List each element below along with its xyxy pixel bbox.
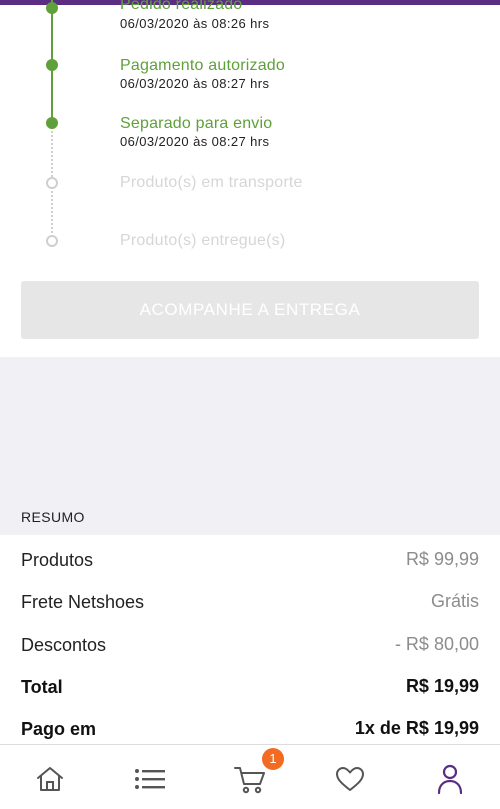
summary-label: Descontos	[21, 635, 107, 655]
heart-icon	[336, 767, 364, 791]
summary-value: R$ 99,99	[405, 549, 479, 569]
timeline-dot-pending	[46, 235, 58, 247]
summary-label: Total	[21, 677, 63, 697]
step-date: 06/03/2020 às 08:26 hrs	[120, 16, 270, 31]
cart-icon	[234, 767, 265, 794]
order-timeline: Pedido realizado 06/03/2020 às 08:26 hrs…	[0, 0, 500, 270]
summary-value: R$ 19,99	[405, 676, 479, 696]
summary-label: Frete Netshoes	[21, 592, 145, 612]
nav-account[interactable]	[430, 759, 470, 799]
timeline-dot-done	[46, 117, 58, 129]
summary-value: 1x de R$ 19,99	[354, 718, 479, 738]
step-date: 06/03/2020 às 08:27 hrs	[120, 76, 270, 91]
list-icon	[135, 769, 165, 789]
summary-row-products: Produtos R$ 99,99	[0, 542, 500, 582]
timeline-dot-done	[46, 2, 58, 14]
step-date: 06/03/2020 às 08:27 hrs	[120, 134, 270, 149]
summary-heading: RESUMO	[21, 509, 85, 525]
summary-value: Grátis	[430, 591, 479, 611]
summary-row-discounts: Descontos - R$ 80,00	[0, 627, 500, 667]
step-title: Pagamento autorizado	[120, 57, 285, 74]
step-title: Produto(s) em transporte	[120, 174, 303, 191]
user-icon	[437, 764, 463, 794]
step-title: Separado para envio	[120, 115, 273, 132]
cart-count-badge: 1	[262, 748, 284, 770]
summary-row-shipping: Frete Netshoes Grátis	[0, 584, 500, 624]
step-title: Produto(s) entregue(s)	[120, 232, 286, 249]
bottom-navigation	[0, 744, 500, 809]
home-icon	[37, 767, 63, 791]
summary-row-total: Total R$ 19,99	[0, 669, 500, 709]
nav-favorites[interactable]	[330, 759, 370, 799]
summary-label: Produtos	[21, 550, 94, 570]
timeline-dot-pending	[46, 177, 58, 189]
nav-categories[interactable]	[130, 759, 170, 799]
timeline-dot-done	[46, 59, 58, 71]
summary-value: - R$ 80,00	[394, 634, 479, 654]
step-title: Pedido realizado	[120, 0, 243, 13]
track-delivery-button[interactable]: ACOMPANHE A ENTREGA	[21, 281, 479, 339]
summary-label: Pago em	[21, 719, 97, 739]
nav-home[interactable]	[30, 759, 70, 799]
